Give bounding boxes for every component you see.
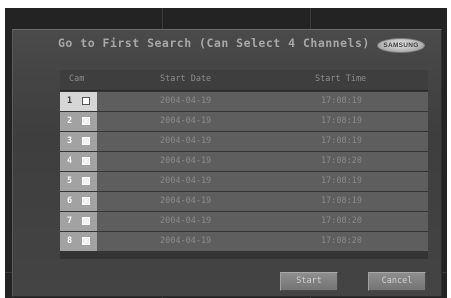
- cam-select-cell[interactable]: 5: [60, 172, 97, 191]
- dialog-title: Go to First Search (Can Select 4 Channel…: [58, 36, 370, 50]
- header-start-time: Start Time: [315, 74, 367, 84]
- cam-select-cell[interactable]: 7: [60, 212, 97, 231]
- checkbox-icon[interactable]: [82, 217, 90, 225]
- table-row[interactable]: 2 2004-04-19 17:08:19: [60, 112, 428, 132]
- start-date-value: 2004-04-19: [160, 96, 212, 106]
- checkbox-icon[interactable]: [82, 197, 90, 205]
- start-date-value: 2004-04-19: [160, 136, 212, 146]
- row-data: 2004-04-19 17:08:20: [97, 212, 428, 231]
- start-time-value: 17:08:19: [321, 176, 362, 186]
- start-button[interactable]: Start: [280, 272, 338, 291]
- cam-number: 5: [67, 176, 73, 186]
- start-time-value: 17:08:20: [321, 216, 362, 226]
- cam-select-cell[interactable]: 3: [60, 132, 97, 151]
- start-date-value: 2004-04-19: [160, 196, 212, 206]
- cam-select-cell[interactable]: 8: [60, 232, 97, 251]
- cam-number: 6: [67, 196, 73, 206]
- start-time-value: 17:08:19: [321, 136, 362, 146]
- start-time-value: 17:08:19: [321, 116, 362, 126]
- start-time-value: 17:08:19: [321, 196, 362, 206]
- start-date-value: 2004-04-19: [160, 116, 212, 126]
- cam-number: 7: [67, 216, 73, 226]
- checkbox-icon[interactable]: [82, 157, 90, 165]
- dvr-screen: Go to First Search (Can Select 4 Channel…: [5, 8, 447, 298]
- cam-number: 3: [67, 136, 73, 146]
- samsung-logo: SAMSUNG: [377, 38, 425, 53]
- cam-select-cell[interactable]: 1: [60, 92, 97, 111]
- row-data: 2004-04-19 17:08:19: [97, 92, 428, 111]
- cam-select-cell[interactable]: 2: [60, 112, 97, 131]
- row-data: 2004-04-19 17:08:19: [97, 112, 428, 131]
- table-header: Cam Start Date Start Time: [60, 70, 428, 91]
- table-row[interactable]: 4 2004-04-19 17:08:20: [60, 152, 428, 172]
- row-data: 2004-04-19 17:08:19: [97, 172, 428, 191]
- cam-number: 1: [67, 96, 73, 106]
- start-date-value: 2004-04-19: [160, 216, 212, 226]
- cam-select-cell[interactable]: 4: [60, 152, 97, 171]
- checkbox-icon[interactable]: [82, 237, 90, 245]
- first-search-dialog: Go to First Search (Can Select 4 Channel…: [12, 29, 442, 297]
- table-row[interactable]: 3 2004-04-19 17:08:19: [60, 132, 428, 152]
- cam-number: 2: [67, 116, 73, 126]
- cancel-button[interactable]: Cancel: [368, 272, 426, 291]
- row-data: 2004-04-19 17:08:19: [97, 132, 428, 151]
- table-row[interactable]: 1 2004-04-19 17:08:19: [60, 92, 428, 112]
- row-data: 2004-04-19 17:08:20: [97, 152, 428, 171]
- start-time-value: 17:08:19: [321, 96, 362, 106]
- checkbox-icon[interactable]: [82, 137, 90, 145]
- start-date-value: 2004-04-19: [160, 176, 212, 186]
- cam-select-cell[interactable]: 6: [60, 192, 97, 211]
- cam-number: 4: [67, 156, 73, 166]
- start-time-value: 17:08:20: [321, 236, 362, 246]
- start-date-value: 2004-04-19: [160, 236, 212, 246]
- row-data: 2004-04-19 17:08:20: [97, 232, 428, 251]
- header-cam: Cam: [69, 74, 85, 84]
- channel-table: Cam Start Date Start Time 1 2004-04-19 1…: [60, 70, 428, 259]
- checkbox-icon[interactable]: [82, 177, 90, 185]
- header-start-date: Start Date: [160, 74, 212, 84]
- start-date-value: 2004-04-19: [160, 156, 212, 166]
- checkbox-icon[interactable]: [82, 97, 90, 105]
- table-row[interactable]: 6 2004-04-19 17:08:19: [60, 192, 428, 212]
- table-row[interactable]: 8 2004-04-19 17:08:20: [60, 232, 428, 252]
- row-data: 2004-04-19 17:08:19: [97, 192, 428, 211]
- checkbox-icon[interactable]: [82, 117, 90, 125]
- start-time-value: 17:08:20: [321, 156, 362, 166]
- table-row[interactable]: 7 2004-04-19 17:08:20: [60, 212, 428, 232]
- table-row[interactable]: 5 2004-04-19 17:08:19: [60, 172, 428, 192]
- cam-number: 8: [67, 236, 73, 246]
